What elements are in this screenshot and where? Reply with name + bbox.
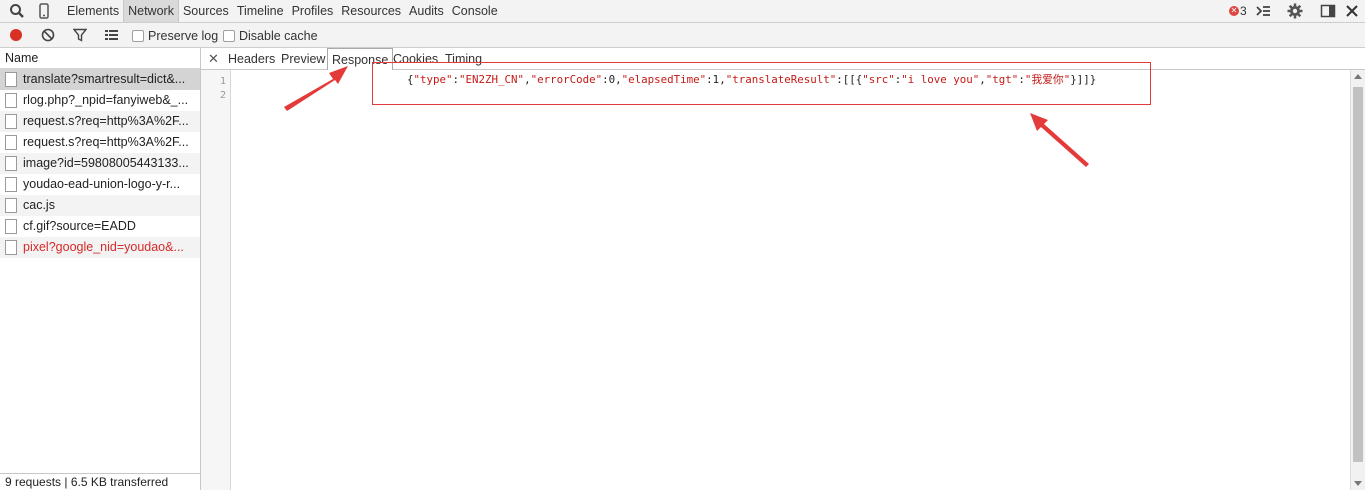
file-icon <box>5 114 17 129</box>
list-view-icon[interactable] <box>104 28 119 42</box>
list-item[interactable]: image?id=59808005443133... <box>0 153 200 174</box>
status-summary: 9 requests | 6.5 KB transferred <box>0 473 200 490</box>
checkbox-box[interactable] <box>223 30 235 42</box>
line-number-gutter: 1 2 <box>201 70 231 490</box>
tab-audits[interactable]: Audits <box>405 0 448 22</box>
list-item[interactable]: request.s?req=http%3A%2F... <box>0 132 200 153</box>
preserve-log-checkbox[interactable]: Preserve log <box>132 29 218 43</box>
file-icon <box>5 135 17 150</box>
request-list: Name translate?smartresult=dict&... rlog… <box>0 48 201 490</box>
record-icon[interactable] <box>9 28 23 42</box>
devtools-main-toolbar: Elements Network Sources Timeline Profil… <box>0 0 1365 23</box>
scroll-up-icon[interactable] <box>1354 74 1362 79</box>
error-count: 3 <box>1240 4 1247 18</box>
tab-headers[interactable]: Headers <box>228 48 275 70</box>
tab-sources[interactable]: Sources <box>179 0 233 22</box>
file-icon <box>5 240 17 255</box>
panel-tabs: Elements Network Sources Timeline Profil… <box>63 0 502 22</box>
console-drawer-icon[interactable] <box>1255 3 1271 19</box>
tab-preview[interactable]: Preview <box>281 48 325 70</box>
dock-side-icon[interactable] <box>1320 3 1336 19</box>
close-icon[interactable] <box>1344 3 1360 19</box>
preserve-log-label: Preserve log <box>148 29 219 43</box>
arrow-icon <box>284 66 348 111</box>
image-file-icon <box>5 156 17 171</box>
image-file-icon <box>5 177 17 192</box>
request-rows: translate?smartresult=dict&... rlog.php?… <box>0 69 200 258</box>
list-item[interactable]: request.s?req=http%3A%2F... <box>0 111 200 132</box>
tab-profiles[interactable]: Profiles <box>288 0 338 22</box>
checkbox-box[interactable] <box>132 30 144 42</box>
list-item[interactable]: rlog.php?_npid=fanyiweb&_... <box>0 90 200 111</box>
vertical-scrollbar[interactable] <box>1350 70 1365 490</box>
file-icon <box>5 219 17 234</box>
tab-console[interactable]: Console <box>448 0 502 22</box>
arrow-icon <box>1030 113 1089 167</box>
error-counter[interactable]: ✕ 3 <box>1229 4 1247 18</box>
file-icon <box>5 93 17 108</box>
line-number: 1 <box>219 76 226 87</box>
search-icon[interactable] <box>9 3 25 19</box>
list-item[interactable]: youdao-ead-union-logo-y-r... <box>0 174 200 195</box>
tab-network[interactable]: Network <box>123 0 179 22</box>
network-toolbar: Preserve log Disable cache <box>0 23 1365 48</box>
list-item[interactable]: pixel?google_nid=youdao&... <box>0 237 200 258</box>
list-item[interactable]: cf.gif?source=EADD <box>0 216 200 237</box>
device-mode-icon[interactable] <box>36 3 52 19</box>
name-column-header[interactable]: Name <box>0 48 200 69</box>
disable-cache-label: Disable cache <box>239 29 318 43</box>
filter-icon[interactable] <box>73 28 87 42</box>
list-item[interactable]: translate?smartresult=dict&... <box>0 69 200 90</box>
highlight-box <box>372 62 1151 105</box>
list-item[interactable]: cac.js <box>0 195 200 216</box>
file-icon <box>5 72 17 87</box>
close-icon[interactable]: ✕ <box>208 51 219 67</box>
line-number: 2 <box>219 90 226 101</box>
tab-timeline[interactable]: Timeline <box>233 0 288 22</box>
tab-resources[interactable]: Resources <box>337 0 405 22</box>
scrollbar-thumb[interactable] <box>1353 87 1363 462</box>
disable-cache-checkbox[interactable]: Disable cache <box>223 29 318 43</box>
error-icon: ✕ <box>1229 6 1239 16</box>
tab-elements[interactable]: Elements <box>63 0 123 22</box>
scroll-down-icon[interactable] <box>1354 481 1362 486</box>
gear-icon[interactable] <box>1287 3 1303 19</box>
clear-icon[interactable] <box>41 28 55 42</box>
script-file-icon <box>5 198 17 213</box>
